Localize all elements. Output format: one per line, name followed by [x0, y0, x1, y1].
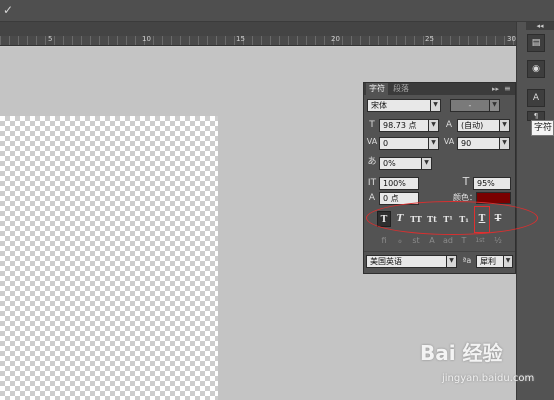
vertical-scale-icon: IT: [367, 178, 377, 188]
horizontal-ruler[interactable]: 5 10 15 20 25 30: [0, 35, 516, 46]
tooltip: 字符: [531, 120, 554, 136]
tracking-field[interactable]: 90: [457, 137, 500, 150]
horizontal-scale-icon: T: [462, 175, 470, 188]
anti-alias-field[interactable]: 犀利: [476, 255, 504, 268]
font-size-dropdown-icon[interactable]: ▼: [428, 119, 439, 132]
tsume-field[interactable]: 0%: [379, 157, 422, 170]
tsume-dropdown-icon[interactable]: ▼: [421, 157, 432, 170]
panel-menu-icon[interactable]: ≡: [504, 83, 514, 95]
baidu-watermark-url: jingyan.baidu.com: [442, 373, 535, 384]
anti-alias-icon: ªa: [462, 256, 472, 265]
baidu-watermark-logo: Bai 经验: [420, 341, 503, 365]
tracking-dropdown-icon[interactable]: ▼: [499, 137, 510, 150]
contextual-alternates-button[interactable]: ℴ: [393, 235, 407, 247]
ordinals-button[interactable]: 1st: [473, 235, 487, 247]
leading-icon: A: [445, 120, 453, 130]
ruler-label: 10: [142, 35, 151, 43]
tsume-icon: あ: [367, 157, 377, 167]
tab-paragraph[interactable]: 段落: [390, 83, 412, 95]
commit-check-icon[interactable]: ✓: [3, 2, 17, 18]
panel-divider: [364, 251, 515, 252]
kerning-field[interactable]: 0: [379, 137, 429, 150]
history-icon[interactable]: ▤: [527, 34, 545, 52]
ligatures-button[interactable]: fi: [377, 235, 391, 247]
ruler-label: 30: [507, 35, 516, 43]
character-panel-icon[interactable]: A: [527, 89, 545, 107]
language-field[interactable]: 美国英语: [366, 255, 447, 268]
font-style-field[interactable]: -: [450, 99, 490, 112]
font-size-field[interactable]: 98.73 点: [379, 119, 429, 132]
annotation-ellipse: [366, 201, 538, 235]
stylistic-alternates-button[interactable]: ad: [441, 235, 455, 247]
ruler-label: 5: [48, 35, 53, 43]
discretionary-ligatures-button[interactable]: st: [409, 235, 423, 247]
font-style-dropdown-icon[interactable]: ▼: [489, 99, 500, 112]
ruler-label: 25: [425, 35, 434, 43]
panel-collapse-icon[interactable]: ▸▸: [492, 83, 502, 95]
tab-character[interactable]: 字符: [366, 83, 388, 95]
fractions-button[interactable]: ½: [491, 235, 505, 247]
kerning-icon: VA: [366, 137, 378, 146]
ruler-label: 20: [331, 35, 340, 43]
anti-alias-dropdown-icon[interactable]: ▼: [503, 255, 513, 268]
baseline-shift-icon: A: [368, 193, 376, 203]
tracking-icon: VA: [443, 137, 455, 146]
font-family-dropdown-icon[interactable]: ▼: [430, 99, 441, 112]
ruler-label: 15: [236, 35, 245, 43]
options-bar: [0, 0, 554, 22]
document-tab-strip: [0, 22, 516, 36]
titling-alternates-button[interactable]: T: [457, 235, 471, 247]
dock-collapse-icon[interactable]: ◂◂: [526, 22, 554, 30]
transparent-canvas[interactable]: [0, 116, 218, 400]
vertical-scale-field[interactable]: 100%: [379, 177, 419, 190]
horizontal-scale-field[interactable]: 95%: [473, 177, 511, 190]
font-family-field[interactable]: 宋体: [367, 99, 431, 112]
font-size-icon: T: [369, 120, 375, 130]
info-icon[interactable]: ◉: [527, 60, 545, 78]
kerning-dropdown-icon[interactable]: ▼: [428, 137, 439, 150]
language-dropdown-icon[interactable]: ▼: [446, 255, 457, 268]
leading-dropdown-icon[interactable]: ▼: [499, 119, 510, 132]
leading-field[interactable]: (自动): [457, 119, 500, 132]
swash-button[interactable]: A: [425, 235, 439, 247]
